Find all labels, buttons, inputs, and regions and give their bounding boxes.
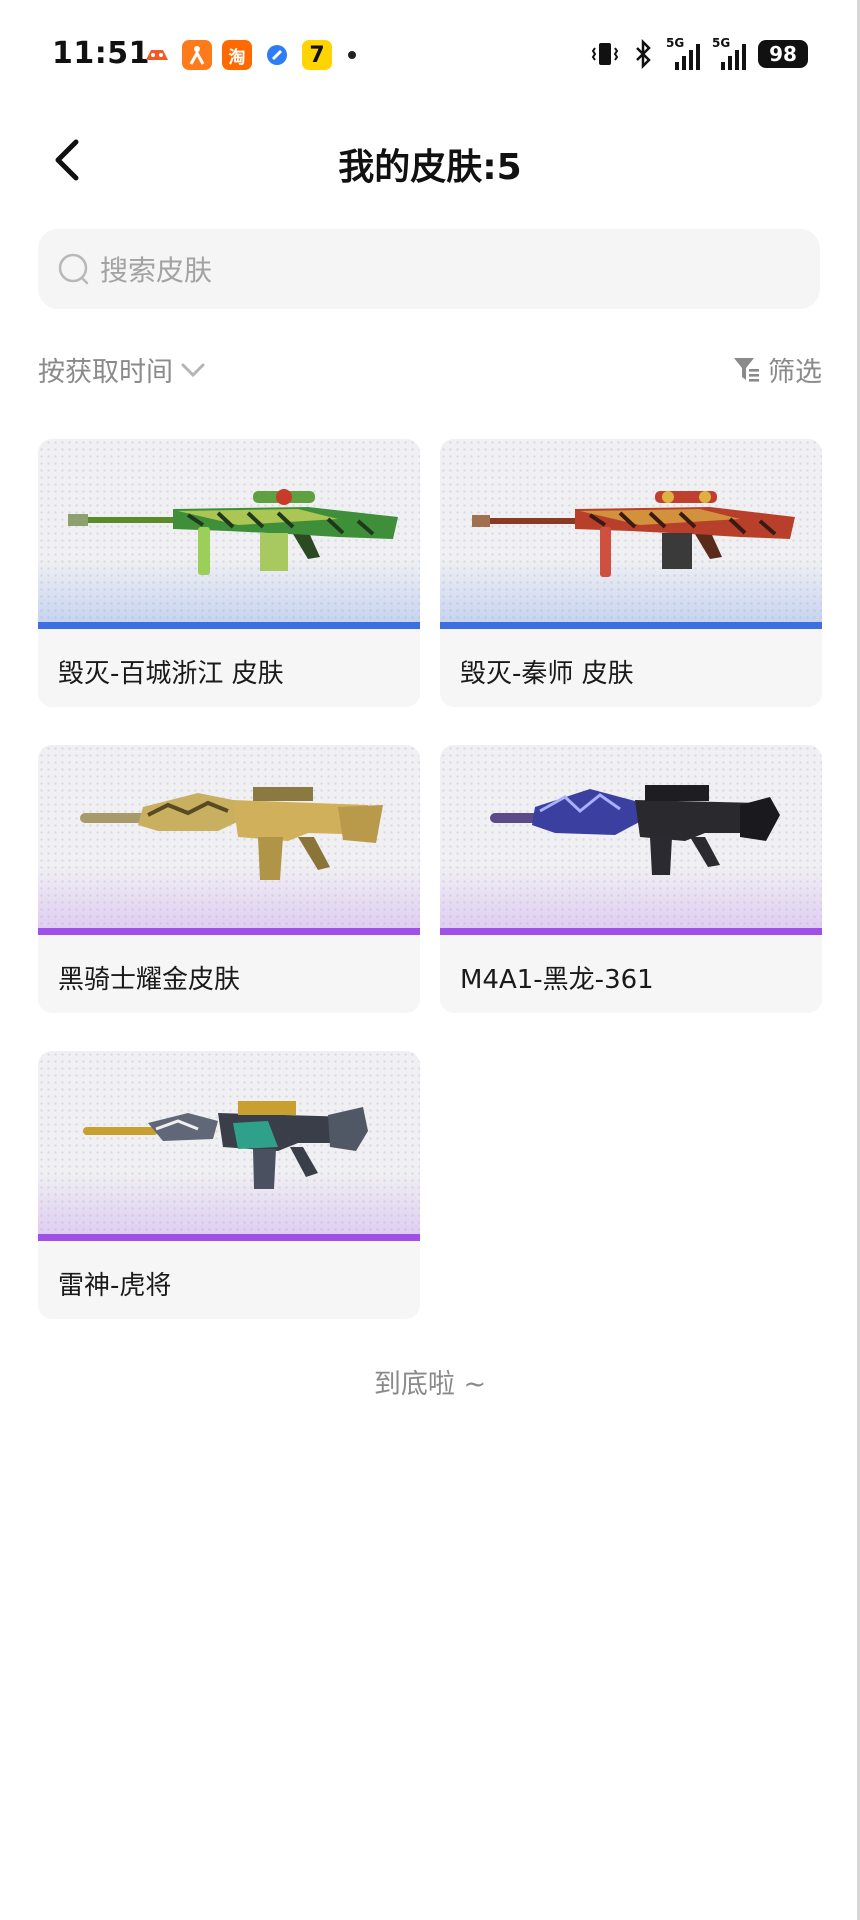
skin-name: 黑骑士耀金皮肤 [58, 965, 241, 995]
search-icon [58, 253, 89, 285]
search-input[interactable] [98, 229, 802, 311]
bluetooth-icon [636, 39, 651, 69]
sort-label: 按获取时间 [38, 357, 173, 388]
assault-rifle-icon [80, 787, 383, 880]
filter-button[interactable]: 筛选 [732, 350, 822, 389]
skin-name: 毁灭-百城浙江 皮肤 [58, 659, 284, 689]
status-time: 11:51 [52, 36, 150, 71]
more-notifications-dot [348, 51, 356, 59]
taobao-icon: 淘 [222, 40, 252, 70]
skin-card[interactable]: 毁灭-百城浙江 皮肤 [38, 439, 420, 707]
sort-dropdown[interactable]: 按获取时间 [38, 350, 207, 389]
filter-label: 筛选 [768, 357, 822, 388]
sniper-rifle-icon [472, 491, 795, 577]
search-box[interactable] [38, 229, 820, 311]
skin-image [38, 1051, 420, 1241]
list-end-text: 到底啦 ~ [373, 1369, 487, 1400]
taobao-icon-label: 淘 [228, 47, 246, 68]
filter-icon [734, 357, 759, 382]
game-icon [142, 40, 172, 70]
skin-card[interactable]: M4A1-黑龙-361 [440, 745, 822, 1013]
skin-image [440, 439, 822, 629]
skin-card[interactable]: 毁灭-秦师 皮肤 [440, 439, 822, 707]
delivery-icon [182, 40, 212, 70]
signal-icon: 5G [712, 36, 746, 70]
skin-name: 毁灭-秦师 皮肤 [460, 659, 634, 689]
status-bar: 11:51 淘 7 5G 5G 98 [0, 0, 860, 110]
skin-image [440, 745, 822, 935]
skin-name: M4A1-黑龙-361 [460, 965, 654, 995]
browser-icon [262, 40, 292, 70]
skin-card[interactable]: 雷神-虎将 [38, 1051, 420, 1319]
system-icons: 5G 5G 98 [590, 36, 808, 70]
skin-card[interactable]: 黑骑士耀金皮肤 [38, 745, 420, 1013]
skin-grid: 毁灭-百城浙江 皮肤 毁灭-秦师 皮肤 黑骑士耀金皮肤 M4A1-黑龙-361 … [38, 439, 822, 1319]
notification-icons: 淘 7 [142, 40, 356, 70]
battery-level: 98 [769, 42, 797, 66]
chevron-down-icon [181, 363, 205, 377]
assault-rifle-icon [490, 785, 780, 875]
page-title: 我的皮肤:5 [338, 147, 522, 188]
sniper-rifle-icon [68, 489, 398, 575]
skin-image [38, 745, 420, 935]
assault-rifle-icon [83, 1101, 368, 1189]
vibrate-icon [591, 43, 619, 65]
battery-icon: 98 [758, 40, 808, 68]
app-7-icon: 7 [302, 40, 332, 70]
skin-image [38, 439, 420, 629]
skin-name: 雷神-虎将 [58, 1271, 172, 1301]
signal-icon: 5G [666, 36, 700, 70]
